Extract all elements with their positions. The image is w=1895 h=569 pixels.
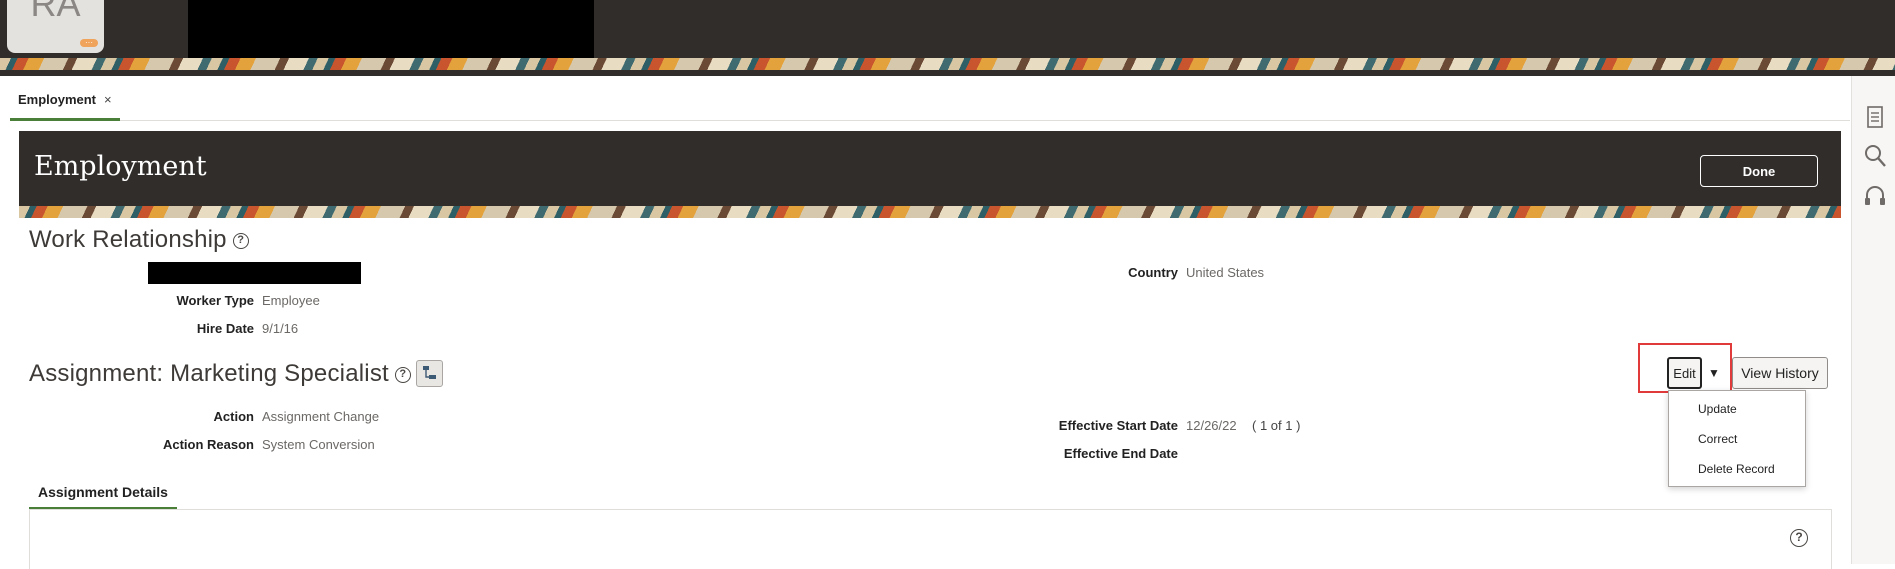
tab-label: Employment [18,92,97,107]
action-label: Action [213,409,254,424]
edit-button[interactable]: Edit [1667,357,1702,389]
edit-dropdown-menu: Update Correct Delete Record [1668,390,1806,487]
top-bar: RA ··· [0,0,1895,76]
close-icon[interactable]: × [104,92,112,107]
work-relationship-heading: Work Relationship? [29,226,249,254]
menu-item-update[interactable]: Update [1698,402,1737,416]
country-value: United States [1186,265,1265,280]
redacted-app-name [188,0,594,58]
redacted-name [148,262,361,284]
section-title-text: Assignment: Marketing Specialist [29,360,389,387]
headset-icon[interactable] [1860,182,1890,212]
view-history-label: View History [1741,365,1819,381]
section-title-text: Work Relationship [29,226,227,253]
action-value: Assignment Change [262,409,380,424]
help-icon[interactable]: ? [394,366,411,383]
assignment-details-panel [29,509,1832,569]
assignment-heading: Assignment: Marketing Specialist? [29,360,411,388]
side-panel [1851,76,1895,564]
action-reason-label: Action Reason [162,437,254,452]
worker-type-value: Employee [262,293,320,308]
avatar-initials: RA [30,0,81,24]
help-icon[interactable]: ? [1790,529,1808,547]
hire-date-value: 9/1/16 [262,321,299,336]
record-position: ( 1 of 1 ) [1252,418,1301,433]
menu-item-correct[interactable]: Correct [1698,432,1737,446]
decorative-pattern-band [0,58,1895,70]
avatar-badge: ··· [80,39,98,47]
decorative-pattern-band [19,206,1841,218]
hire-date-label: Hire Date [196,321,254,336]
help-icon[interactable]: ? [232,232,249,249]
tab-assignment-details[interactable]: Assignment Details [29,480,177,510]
view-history-button[interactable]: View History [1732,357,1828,389]
hierarchy-icon [423,366,436,379]
menu-item-delete-record[interactable]: Delete Record [1698,462,1775,476]
search-icon[interactable] [1860,141,1890,171]
avatar[interactable]: RA ··· [7,0,104,53]
effective-start-date-label: Effective Start Date [1058,418,1178,433]
country-label: Country [1128,265,1178,280]
effective-start-date-value: 12/26/22 [1186,418,1237,433]
tab-strip: Employment × [10,76,1850,121]
chevron-down-icon[interactable]: ▼ [1703,357,1725,389]
worker-type-label: Worker Type [176,293,254,308]
tab-employment[interactable]: Employment × [10,92,120,121]
page-title: Employment [34,151,207,182]
effective-end-date-label: Effective End Date [1063,446,1178,461]
list-icon[interactable] [1860,102,1890,132]
org-chart-button[interactable] [416,360,443,387]
page-header: Employment Done [19,131,1841,218]
action-reason-value: System Conversion [262,437,375,452]
done-button[interactable]: Done [1700,155,1818,187]
